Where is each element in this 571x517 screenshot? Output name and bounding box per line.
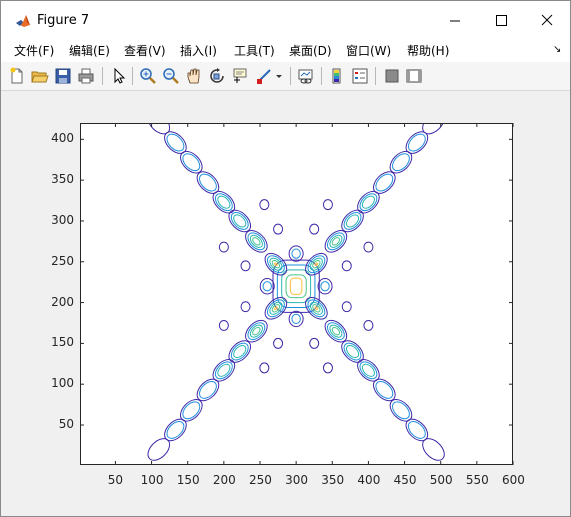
menu-bar: 文件(F) 编辑(E) 查看(V) 插入(I) 工具(T) 桌面(D) 窗口(W… <box>1 40 570 62</box>
pan-icon[interactable] <box>185 67 203 85</box>
x-tick-label: 500 <box>429 473 453 487</box>
x-tick-label: 300 <box>285 473 309 487</box>
toolbar-separator <box>375 67 376 85</box>
close-icon <box>541 14 553 26</box>
y-tick-label: 150 <box>51 335 74 350</box>
colorbar-icon[interactable] <box>328 67 346 85</box>
x-tick-label: 550 <box>465 473 489 487</box>
maximize-button[interactable] <box>478 1 524 40</box>
x-tick-label: 100 <box>140 473 164 487</box>
figure-toolbar <box>1 62 570 91</box>
open-file-icon[interactable] <box>31 67 49 85</box>
x-tick-label: 50 <box>107 473 124 487</box>
menu-desktop[interactable]: 桌面(D) <box>289 42 332 59</box>
x-tick-label: 400 <box>357 473 381 487</box>
toolbar-separator <box>102 67 103 85</box>
menu-view[interactable]: 查看(V) <box>124 42 166 59</box>
menu-edit[interactable]: 编辑(E) <box>69 42 110 59</box>
toolbar-separator <box>321 67 322 85</box>
y-tick-label: 200 <box>51 294 74 309</box>
zoom-out-icon[interactable] <box>162 67 180 85</box>
legend-icon[interactable] <box>351 67 369 85</box>
zoom-in-icon[interactable] <box>139 67 157 85</box>
window-title: Figure 7 <box>37 13 90 28</box>
matlab-icon <box>15 13 31 29</box>
maximize-icon <box>496 15 507 26</box>
x-tick-label: 200 <box>212 473 236 487</box>
menu-file[interactable]: 文件(F) <box>14 42 54 59</box>
y-tick-label: 300 <box>51 212 74 227</box>
menu-tools[interactable]: 工具(T) <box>234 42 275 59</box>
minimize-icon <box>450 20 460 22</box>
y-tick-label: 250 <box>51 253 74 268</box>
y-tick-label: 100 <box>51 376 74 391</box>
new-figure-icon[interactable] <box>8 67 26 85</box>
hide-plot-tools-icon[interactable] <box>383 67 401 85</box>
show-plot-tools-icon[interactable] <box>405 67 423 85</box>
figure-canvas-area: 50 100 150 200 250 300 350 400 450 500 550 600 50 100… <box>7 91 564 509</box>
x-tick-label: 150 <box>176 473 200 487</box>
brush-icon[interactable] <box>255 67 273 85</box>
link-plot-icon[interactable] <box>297 67 315 85</box>
minimize-button[interactable] <box>432 1 478 40</box>
x-tick-label: 250 <box>248 473 272 487</box>
y-tick-label: 50 <box>58 417 74 431</box>
print-icon[interactable] <box>77 67 95 85</box>
menu-collapse-icon[interactable]: ↘ <box>553 44 561 55</box>
toolbar-separator <box>290 67 291 85</box>
y-tick-label: 350 <box>51 172 74 187</box>
menu-help[interactable]: 帮助(H) <box>407 42 449 59</box>
save-icon[interactable] <box>54 67 72 85</box>
menu-window[interactable]: 窗口(W) <box>346 42 391 59</box>
menu-insert[interactable]: 插入(I) <box>180 42 217 59</box>
brush-dropdown-icon[interactable] <box>274 67 284 85</box>
title-bar[interactable]: Figure 7 <box>1 1 570 40</box>
figure-window: Figure 7 文件(F) 编辑(E) 查看(V) 插入(I) 工具(T) 桌… <box>0 0 571 517</box>
rotate-3d-icon[interactable] <box>208 67 226 85</box>
x-tick-label: 350 <box>321 473 345 487</box>
data-cursor-icon[interactable] <box>231 67 249 85</box>
contour-plot[interactable] <box>7 91 564 509</box>
toolbar-separator <box>132 67 133 85</box>
x-tick-label: 450 <box>393 473 417 487</box>
edit-plot-icon[interactable] <box>109 67 127 85</box>
y-tick-label: 400 <box>51 131 74 146</box>
x-tick-label: 600 <box>502 473 525 487</box>
close-button[interactable] <box>524 1 570 40</box>
